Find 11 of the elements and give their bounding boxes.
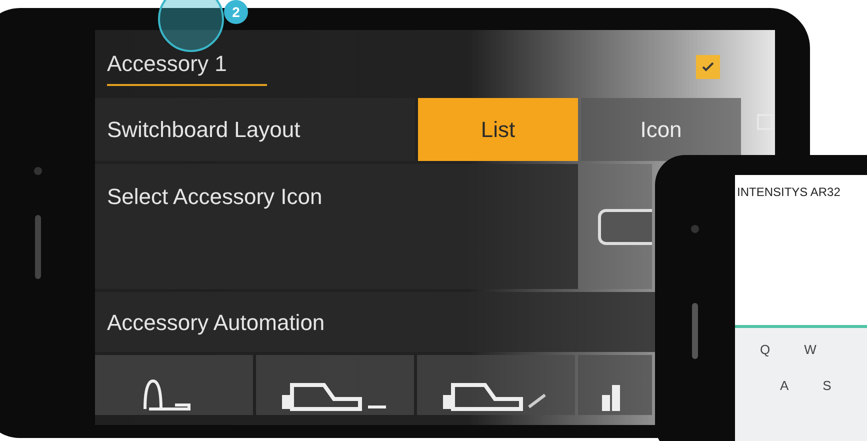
layout-option-tab[interactable]: List [418,98,578,161]
screen-header: INTENSITYS AR32 [736,184,842,201]
layout-option-tab[interactable]: Icon [581,98,741,161]
keyboard-key[interactable]: W [804,340,816,360]
keyboard-key[interactable]: A [780,376,789,395]
name-input-field[interactable]: Accessory 1 [107,47,267,86]
setting-label: Switchboard Layout [95,98,415,161]
callout-badge: 2 [224,0,248,24]
setting-label: Select Accessory Icon [95,164,578,289]
keyboard-key[interactable]: S [822,376,832,395]
keyboard-key[interactable]: Q [760,340,770,360]
